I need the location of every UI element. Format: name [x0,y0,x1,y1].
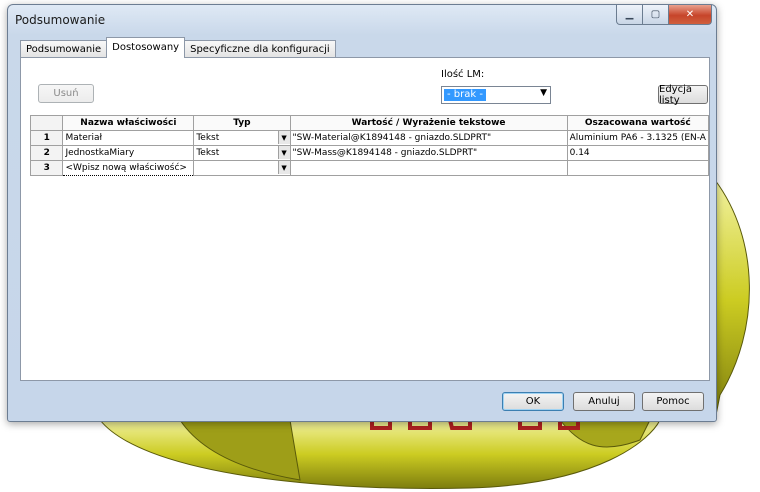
tab-strip: Podsumowanie Dostosowany Specyficzne dla… [20,37,336,58]
close-icon[interactable]: ✕ [669,5,712,25]
delete-button[interactable]: Usuń [38,84,94,103]
property-type-combo[interactable]: ▼ [193,160,291,176]
dropdown-arrow-icon: ▼ [540,88,547,98]
tab-summary[interactable]: Podsumowanie [20,40,108,58]
property-value-cell[interactable] [289,160,568,176]
property-name-cell[interactable]: JednostkaMiary [62,145,195,161]
evaluated-value-cell: 0.14 [566,145,710,161]
property-value-cell[interactable]: "SW-Mass@K1894148 - gniazdo.SLDPRT" [289,145,568,161]
edit-list-button[interactable]: Edycja listy [658,84,708,106]
lm-quantity-select[interactable]: - brak - ▼ [441,86,551,104]
property-value-cell[interactable]: "SW-Material@K1894148 - gniazdo.SLDPRT" [289,130,568,146]
tab-configuration-specific[interactable]: Specyficzne dla konfiguracji [184,40,336,58]
help-button[interactable]: Pomoc [642,392,704,411]
evaluated-value-cell [566,160,710,176]
dropdown-arrow-icon[interactable]: ▼ [277,131,290,144]
dropdown-arrow-icon[interactable]: ▼ [277,161,290,174]
column-header-type: Typ [193,115,291,131]
row-number[interactable]: 2 [29,145,64,161]
grid-header-row: Nazwa właściwości Typ Wartość / Wyrażeni… [29,115,710,131]
row-number[interactable]: 3 [29,160,64,176]
property-type-value: Tekst [196,148,220,158]
property-type-combo[interactable]: Tekst ▼ [193,130,291,146]
cancel-button[interactable]: Anuluj [573,392,635,411]
table-row: 1 Materiał Tekst ▼ "SW-Material@K1894148 … [29,130,710,146]
table-row: 2 JednostkaMiary Tekst ▼ "SW-Mass@K189414… [29,145,710,161]
evaluated-value-cell: Aluminium PA6 - 3.1325 (EN-A [566,130,710,146]
caption-buttons: ▁ ▢ ✕ [616,5,712,25]
window-title: Podsumowanie [15,13,106,27]
row-number[interactable]: 1 [29,130,64,146]
summary-dialog: Podsumowanie ▁ ▢ ✕ Podsumowanie Dostosow… [7,4,717,422]
lm-quantity-value: - brak - [444,89,486,101]
column-header-value: Wartość / Wyrażenie tekstowe [289,115,568,131]
new-property-cell[interactable]: <Wpisz nową właściwość> [62,160,195,176]
minimize-icon[interactable]: ▁ [616,5,643,25]
column-header-name: Nazwa właściwości [62,115,195,131]
grid-corner [29,115,64,131]
property-type-value: Tekst [196,133,220,143]
tab-custom[interactable]: Dostosowany [106,37,186,58]
lm-quantity-label: Ilość LM: [441,69,485,80]
table-row: 3 <Wpisz nową właściwość> ▼ [29,160,710,176]
maximize-icon[interactable]: ▢ [643,5,669,25]
column-header-evaluated: Oszacowana wartość [566,115,710,131]
property-grid: Nazwa właściwości Typ Wartość / Wyrażeni… [29,115,710,176]
ok-button[interactable]: OK [502,392,564,411]
custom-properties-panel: Usuń Ilość LM: - brak - ▼ Edycja listy N… [20,57,710,411]
dropdown-arrow-icon[interactable]: ▼ [277,146,290,159]
property-name-cell[interactable]: Materiał [62,130,195,146]
property-type-combo[interactable]: Tekst ▼ [193,145,291,161]
